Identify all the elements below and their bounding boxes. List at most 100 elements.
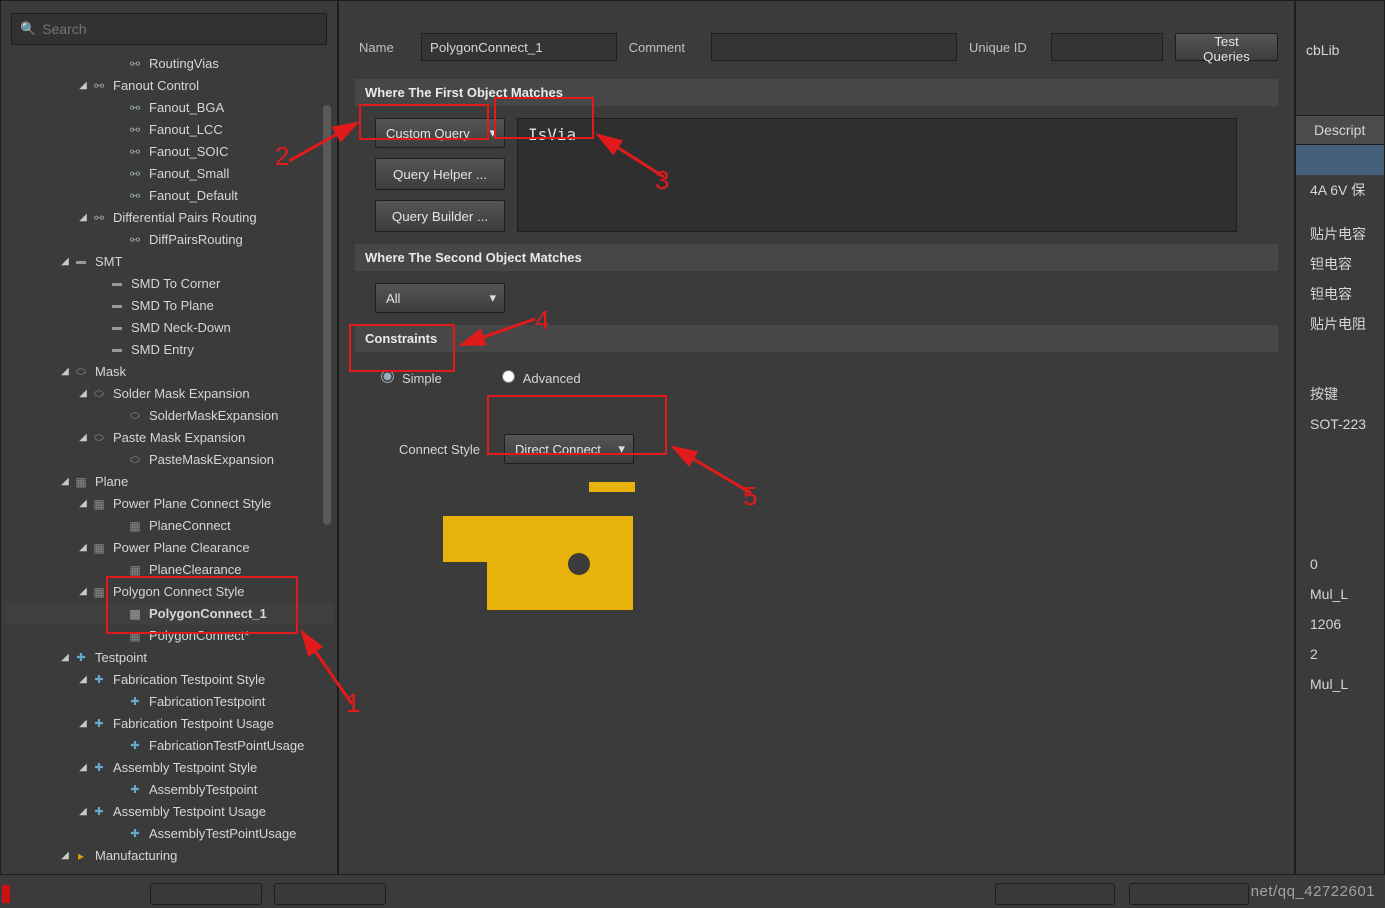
right-row[interactable]: 2: [1296, 639, 1384, 669]
search-box[interactable]: 🔍: [11, 13, 327, 45]
tree-item[interactable]: Fanout_LCC: [5, 119, 333, 141]
tree-item[interactable]: RoutingVias: [5, 53, 333, 75]
connect-style-label: Connect Style: [399, 442, 480, 457]
tree-item[interactable]: PlaneClearance: [5, 559, 333, 581]
right-row[interactable]: 钽电容: [1296, 249, 1384, 279]
tree-item[interactable]: ◢Fabrication Testpoint Style: [5, 669, 333, 691]
bottom-button[interactable]: [274, 883, 386, 905]
tree-item[interactable]: ◢Differential Pairs Routing: [5, 207, 333, 229]
right-row[interactable]: 1206: [1296, 609, 1384, 639]
tree-item[interactable]: Fanout_Default: [5, 185, 333, 207]
right-row[interactable]: 0: [1296, 549, 1384, 579]
tree-scrollbar[interactable]: [323, 53, 331, 874]
first-match-mode-combo[interactable]: Custom Query: [375, 118, 505, 148]
tree-item[interactable]: AssemblyTestpoint: [5, 779, 333, 801]
tree-item[interactable]: Fanout_BGA: [5, 97, 333, 119]
second-object-area: All: [355, 275, 1278, 321]
comment-field[interactable]: [711, 33, 957, 61]
tree-item[interactable]: FabricationTestPointUsage: [5, 735, 333, 757]
tree-item[interactable]: ◢Solder Mask Expansion: [5, 383, 333, 405]
link-icon: [127, 232, 143, 248]
second-match-mode-combo[interactable]: All: [375, 283, 505, 313]
planei-icon: [91, 496, 107, 512]
tree-item[interactable]: PolygonConnect_1: [5, 603, 333, 625]
bottom-button[interactable]: [995, 883, 1115, 905]
right-panel-cropped: cbLib Descript 4A 6V 保 贴片电容钽电容钽电容贴片电阻 按键…: [1295, 0, 1385, 875]
tree-item[interactable]: ◢Plane: [5, 471, 333, 493]
tree-item[interactable]: Fanout_Small: [5, 163, 333, 185]
bottom-strip: [0, 880, 1385, 908]
tree-item[interactable]: SMD To Corner: [5, 273, 333, 295]
tree-item[interactable]: ◢Manufacturing: [5, 845, 333, 867]
tree-item[interactable]: ◢Paste Mask Expansion: [5, 427, 333, 449]
smt-icon: [109, 298, 125, 314]
tpi-icon: [91, 716, 107, 732]
right-row[interactable]: 贴片电容: [1296, 219, 1384, 249]
planei-icon: [127, 562, 143, 578]
tree-item[interactable]: DiffPairsRouting: [5, 229, 333, 251]
right-row[interactable]: 贴片电阻: [1296, 309, 1384, 339]
radio-advanced[interactable]: Advanced: [502, 370, 581, 386]
right-row[interactable]: 4A 6V 保: [1296, 175, 1384, 205]
right-row[interactable]: Mul_L: [1296, 579, 1384, 609]
tree-item-label: FabricationTestpoint: [149, 691, 265, 713]
tree-item[interactable]: ◢SMT: [5, 251, 333, 273]
tree-item-label: Power Plane Connect Style: [113, 493, 271, 515]
section-second-object: Where The Second Object Matches: [355, 244, 1278, 271]
tree-item[interactable]: ◢Assembly Testpoint Style: [5, 757, 333, 779]
tree-item[interactable]: PasteMaskExpansion: [5, 449, 333, 471]
bottom-button[interactable]: [150, 883, 262, 905]
planei-icon: [127, 518, 143, 534]
fan-icon: [91, 78, 107, 94]
right-row[interactable]: 按键: [1296, 379, 1384, 409]
name-field[interactable]: [421, 33, 617, 61]
tree-item[interactable]: ◢Fanout Control: [5, 75, 333, 97]
section-constraints: Constraints: [355, 325, 1278, 352]
test-queries-button[interactable]: Test Queries: [1175, 33, 1278, 61]
tree-item[interactable]: ◢Power Plane Connect Style: [5, 493, 333, 515]
name-label: Name: [359, 40, 409, 55]
section-first-object: Where The First Object Matches: [355, 79, 1278, 106]
tree-item[interactable]: ◢Fabrication Testpoint Usage: [5, 713, 333, 735]
tree-item[interactable]: ◢Assembly Testpoint Usage: [5, 801, 333, 823]
tree-item[interactable]: ◢Mask: [5, 361, 333, 383]
tree-item[interactable]: PlaneConnect: [5, 515, 333, 537]
planei-icon: [91, 584, 107, 600]
comment-label: Comment: [629, 40, 699, 55]
tree-item[interactable]: Fanout_SOIC: [5, 141, 333, 163]
right-row[interactable]: 钽电容: [1296, 279, 1384, 309]
right-row[interactable]: SOT-223: [1296, 409, 1384, 439]
query-helper-button[interactable]: Query Helper ...: [375, 158, 505, 190]
tree-item[interactable]: SMD Neck-Down: [5, 317, 333, 339]
smt-icon: [109, 276, 125, 292]
tree-item[interactable]: ◢Power Plane Clearance: [5, 537, 333, 559]
tree-item-label: Plane: [95, 471, 128, 493]
tree-item[interactable]: SMD To Plane: [5, 295, 333, 317]
tree-item[interactable]: ◢Polygon Connect Style: [5, 581, 333, 603]
search-input[interactable]: [42, 21, 318, 37]
tree-item-label: Paste Mask Expansion: [113, 427, 245, 449]
uniqueid-field[interactable]: [1051, 33, 1163, 61]
tree-item[interactable]: ◢Testpoint: [5, 647, 333, 669]
query-builder-button[interactable]: Query Builder ...: [375, 200, 505, 232]
tree-item[interactable]: FabricationTestpoint: [5, 691, 333, 713]
rule-editor: Name Comment Unique ID Test Queries Wher…: [338, 0, 1295, 875]
tree-item-label: SMD To Corner: [131, 273, 220, 295]
rules-tree[interactable]: RoutingVias◢Fanout ControlFanout_BGAFano…: [5, 53, 333, 873]
tree-item[interactable]: SolderMaskExpansion: [5, 405, 333, 427]
tree-item-label: PlaneConnect: [149, 515, 231, 537]
tpi-icon: [127, 738, 143, 754]
query-textarea[interactable]: IsVia: [517, 118, 1237, 232]
tree-item[interactable]: AssemblyTestPointUsage: [5, 823, 333, 845]
right-row-selected[interactable]: [1296, 145, 1384, 175]
tree-item-label: Fanout_SOIC: [149, 141, 229, 163]
right-row[interactable]: Mul_L: [1296, 669, 1384, 699]
tree-item-label: PolygonConnect_1: [149, 603, 267, 625]
tpi-icon: [127, 782, 143, 798]
tree-item[interactable]: PolygonConnect*: [5, 625, 333, 647]
tree-item-label: Polygon Connect Style: [113, 581, 245, 603]
radio-simple[interactable]: Simple: [381, 370, 442, 386]
connect-style-combo[interactable]: Direct Connect: [504, 434, 634, 464]
bottom-button[interactable]: [1129, 883, 1249, 905]
tree-item[interactable]: SMD Entry: [5, 339, 333, 361]
